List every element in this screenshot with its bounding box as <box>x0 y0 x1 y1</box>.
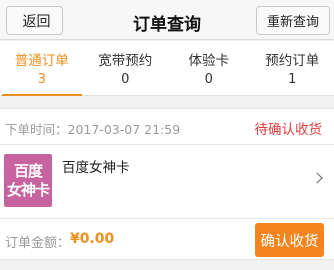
amount-label: 订单金额： <box>5 236 71 251</box>
order-item-row[interactable]: 百度 女神卡 百度女神卡 <box>0 146 334 219</box>
order-status: 待确认收货 <box>254 122 323 138</box>
tab-label: 宽带预约 <box>98 53 153 69</box>
refresh-query-button[interactable]: 重新查询 <box>256 6 330 35</box>
order-amount-row: 订单金额： ¥0.00 确认收货 <box>0 220 334 260</box>
tab-reservation-orders[interactable]: 预约订单 1 <box>251 41 334 95</box>
tab-label: 体验卡 <box>188 53 230 69</box>
chevron-right-icon <box>311 172 323 184</box>
thumbnail-text-line1: 百度 <box>13 161 43 180</box>
thumbnail-text-line2: 女神卡 <box>6 180 50 199</box>
order-card: 下单时间：2017-03-07 21:59 待确认收货 百度 女神卡 百度女神卡… <box>0 108 334 260</box>
header-bar: 返回 订单查询 重新查询 <box>0 0 334 40</box>
tab-count: 1 <box>288 72 297 87</box>
order-type-tabs: 普通订单 3 宽带预约 0 体验卡 0 预约订单 1 <box>0 41 334 96</box>
amount-value: ¥0.00 <box>70 231 115 247</box>
order-time-row: 下单时间：2017-03-07 21:59 待确认收货 <box>0 109 334 145</box>
tab-label: 普通订单 <box>14 53 69 69</box>
tab-count: 3 <box>37 72 46 87</box>
tab-broadband-reservation[interactable]: 宽带预约 0 <box>84 41 168 95</box>
product-name: 百度女神卡 <box>62 160 130 176</box>
back-button-label: 返回 <box>22 13 51 30</box>
tab-trial-card[interactable]: 体验卡 0 <box>167 41 251 95</box>
tab-label: 预约订单 <box>265 53 320 69</box>
tab-count: 0 <box>121 72 130 87</box>
product-thumbnail: 百度 女神卡 <box>4 154 52 207</box>
tab-normal-orders[interactable]: 普通订单 3 <box>0 41 84 96</box>
confirm-receipt-button[interactable]: 确认收货 <box>255 223 324 257</box>
order-time: 下单时间：2017-03-07 21:59 <box>5 122 181 137</box>
tab-count: 0 <box>204 72 213 87</box>
